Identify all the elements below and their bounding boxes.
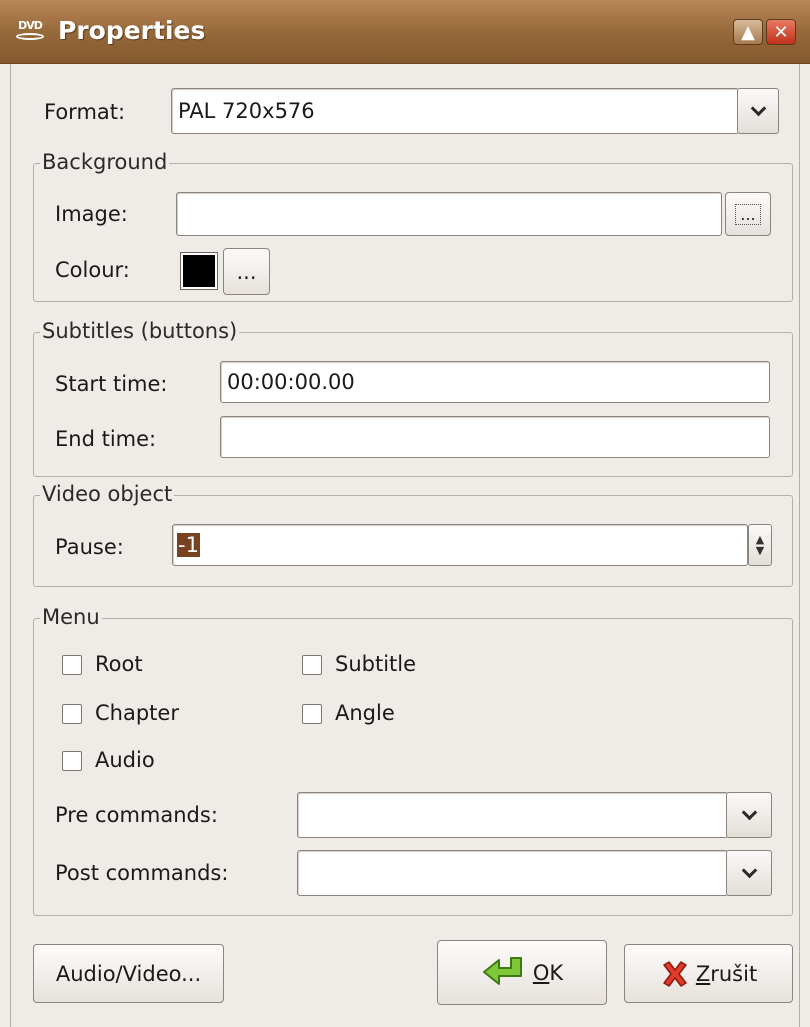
maximize-button[interactable]: ▲ — [733, 19, 763, 45]
image-input[interactable] — [176, 192, 722, 236]
format-dropdown-button[interactable] — [737, 88, 779, 134]
angle-label[interactable]: Angle — [335, 701, 395, 725]
post-commands-label: Post commands: — [55, 861, 229, 885]
chevron-down-icon — [741, 804, 757, 820]
dvd-icon: DVD — [14, 20, 46, 42]
subtitle-label[interactable]: Subtitle — [335, 652, 416, 676]
enter-arrow-icon — [482, 956, 522, 985]
arrow-up-icon: ▲ — [741, 21, 755, 43]
end-time-input[interactable] — [220, 416, 770, 458]
audio-label[interactable]: Audio — [95, 748, 155, 772]
colour-button[interactable]: ... — [223, 248, 270, 295]
video-object-group-title: Video object — [40, 482, 175, 506]
pause-label: Pause: — [55, 535, 124, 559]
chevron-down-icon — [750, 100, 766, 116]
pre-commands-combo[interactable] — [297, 792, 728, 838]
image-browse-button[interactable]: ... — [725, 192, 771, 236]
close-icon: ✕ — [773, 21, 789, 43]
audio-video-button[interactable]: Audio/Video... — [33, 944, 224, 1003]
close-button[interactable]: ✕ — [766, 19, 796, 45]
post-commands-combo[interactable] — [297, 850, 728, 896]
root-label[interactable]: Root — [95, 652, 143, 676]
angle-checkbox[interactable] — [302, 704, 322, 724]
pre-commands-label: Pre commands: — [55, 803, 218, 827]
colour-label: Colour: — [55, 258, 130, 282]
end-time-label: End time: — [55, 427, 157, 451]
ok-button[interactable]: OK — [437, 940, 607, 1005]
start-time-input[interactable]: 00:00:00.00 — [220, 361, 770, 403]
chapter-label[interactable]: Chapter — [95, 701, 179, 725]
cancel-button[interactable]: Zrušit — [624, 944, 793, 1003]
format-label: Format: — [44, 100, 126, 124]
colour-swatch — [180, 252, 218, 290]
subtitles-group-title: Subtitles (buttons) — [40, 319, 240, 343]
pause-spin-input[interactable]: -1 — [172, 524, 748, 566]
chevron-down-icon — [741, 862, 757, 878]
pause-value: -1 — [177, 533, 200, 557]
ok-label: OK — [532, 960, 564, 985]
background-group-title: Background — [40, 150, 170, 174]
pause-spin-button[interactable]: ▲ ▼ — [748, 524, 772, 566]
menu-group-title: Menu — [40, 605, 102, 629]
cancel-label: Zrušit — [695, 961, 758, 986]
cancel-x-icon — [663, 960, 687, 987]
image-label: Image: — [55, 202, 128, 226]
pre-commands-dropdown-button[interactable] — [726, 792, 772, 838]
audio-checkbox[interactable] — [62, 751, 82, 771]
post-commands-dropdown-button[interactable] — [726, 850, 772, 896]
subtitle-checkbox[interactable] — [302, 655, 322, 675]
spin-down-icon[interactable]: ▼ — [756, 545, 764, 556]
start-time-label: Start time: — [55, 372, 168, 396]
window-title: Properties — [58, 16, 206, 45]
root-checkbox[interactable] — [62, 655, 82, 675]
format-combo[interactable]: PAL 720x576 — [171, 88, 739, 134]
chapter-checkbox[interactable] — [62, 704, 82, 724]
